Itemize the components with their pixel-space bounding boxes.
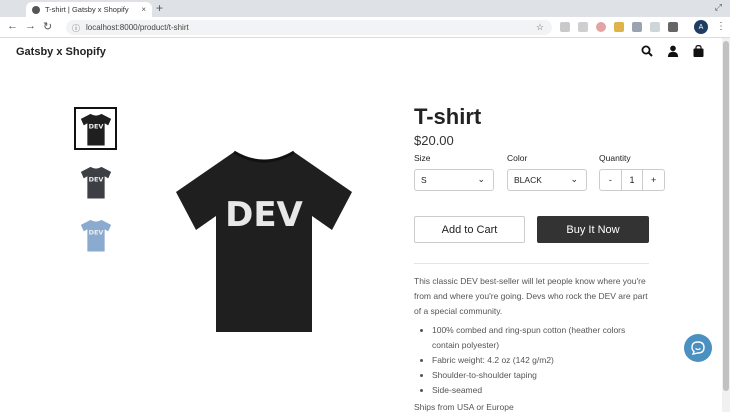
browser-tab[interactable]: T-shirt | Gatsby x Shopify × <box>26 2 152 17</box>
product-title: T-shirt <box>414 104 482 129</box>
product-description: This classic DEV best-seller will let pe… <box>414 276 648 316</box>
chat-button[interactable] <box>684 334 712 362</box>
scrollbar-thumb[interactable] <box>723 41 729 391</box>
feature-item: Fabric weight: 4.2 oz (142 g/m2) <box>432 353 654 368</box>
extensions-puzzle-icon[interactable] <box>668 22 678 32</box>
url-text: localhost:8000/product/t-shirt <box>86 23 189 32</box>
tshirt-thumbnail-image: DEV <box>80 113 111 146</box>
product-features-list: 100% combed and ring-spun cotton (heathe… <box>424 323 654 398</box>
divider <box>414 263 649 264</box>
site-brand[interactable]: Gatsby x Shopify <box>16 46 106 58</box>
quantity-stepper: - 1 + <box>599 169 665 191</box>
quantity-input[interactable]: 1 <box>620 170 644 190</box>
feature-item: Shoulder-to-shoulder taping <box>432 368 654 383</box>
extension-icon[interactable] <box>614 22 624 32</box>
forward-icon[interactable]: → <box>25 20 36 32</box>
product-thumbnail[interactable]: DEV <box>74 213 117 256</box>
chevron-down-icon: ⌄ <box>477 174 485 184</box>
reload-icon[interactable]: ↻ <box>43 20 52 33</box>
chevron-down-icon: ⌄ <box>570 174 578 184</box>
quantity-increment-button[interactable]: + <box>643 170 664 190</box>
svg-text:DEV: DEV <box>88 175 103 183</box>
new-tab-button[interactable]: + <box>156 1 163 15</box>
add-to-cart-button[interactable]: Add to Cart <box>414 216 525 243</box>
extension-icon[interactable] <box>560 22 570 32</box>
extension-icon[interactable] <box>632 22 642 32</box>
feature-item: Side-seamed <box>432 383 654 398</box>
size-label: Size <box>414 153 431 163</box>
extension-icon[interactable] <box>650 22 660 32</box>
browser-menu-icon[interactable]: ⋮ <box>716 21 726 32</box>
bookmark-star-icon[interactable]: ☆ <box>536 22 544 33</box>
product-thumbnail[interactable]: DEV <box>74 107 117 150</box>
search-icon[interactable] <box>641 45 653 57</box>
chat-bubble-icon <box>691 341 705 355</box>
favicon-icon <box>32 5 40 14</box>
page: Gatsby x Shopify DEV DEV DEV DEV T-shirt… <box>0 38 722 412</box>
shopping-bag-icon[interactable] <box>693 45 704 57</box>
tab-close-icon[interactable]: × <box>141 5 146 14</box>
browser-toolbar: ← → ↻ ⓘ localhost:8000/product/t-shirt ☆… <box>0 17 730 38</box>
tab-title: T-shirt | Gatsby x Shopify <box>45 5 129 14</box>
shipping-info: Ships from USA or Europe <box>414 402 514 412</box>
shirt-print-text: DEV <box>225 195 303 235</box>
size-value: S <box>421 175 427 185</box>
extension-icon[interactable] <box>596 22 606 32</box>
header-icons <box>641 45 704 57</box>
user-icon[interactable] <box>667 45 679 57</box>
address-bar[interactable]: ⓘ localhost:8000/product/t-shirt ☆ <box>66 20 552 35</box>
quantity-label: Quantity <box>599 153 631 163</box>
product-price: $20.00 <box>414 133 454 148</box>
tshirt-thumbnail-image: DEV <box>80 219 111 252</box>
profile-avatar[interactable]: A <box>694 20 708 34</box>
size-select[interactable]: S ⌄ <box>414 169 494 191</box>
product-thumbnails: DEV DEV DEV <box>74 107 118 266</box>
product-main-image: DEV <box>176 150 352 332</box>
buy-now-button[interactable]: Buy It Now <box>537 216 649 243</box>
back-icon[interactable]: ← <box>7 20 18 32</box>
color-select[interactable]: BLACK ⌄ <box>507 169 587 191</box>
product-thumbnail[interactable]: DEV <box>74 160 117 203</box>
info-icon[interactable]: ⓘ <box>72 23 80 34</box>
scrollbar[interactable] <box>722 38 730 412</box>
window-controls-icon[interactable]: ⤢ <box>715 2 722 13</box>
svg-text:DEV: DEV <box>88 228 103 236</box>
browser-tab-bar: T-shirt | Gatsby x Shopify × + ⤢ <box>0 0 730 17</box>
color-label: Color <box>507 153 528 163</box>
tshirt-thumbnail-image: DEV <box>80 166 111 199</box>
color-value: BLACK <box>514 175 542 185</box>
quantity-decrement-button[interactable]: - <box>600 170 621 190</box>
svg-text:DEV: DEV <box>88 122 103 130</box>
feature-item: 100% combed and ring-spun cotton (heathe… <box>432 323 654 353</box>
extension-icon[interactable] <box>578 22 588 32</box>
